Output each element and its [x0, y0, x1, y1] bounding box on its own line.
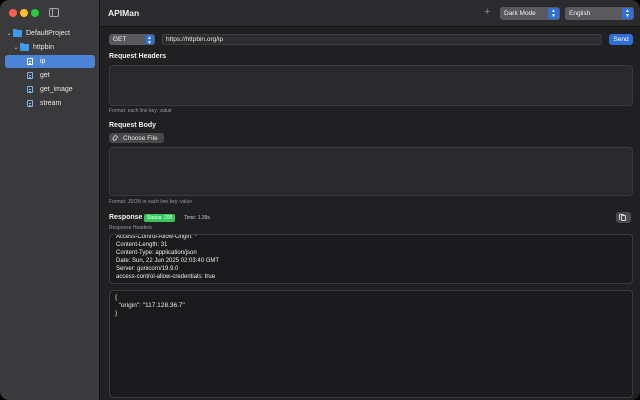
file-icon: [27, 72, 33, 79]
app-title: APIMan: [108, 8, 140, 18]
choose-file-button[interactable]: Choose File: [109, 133, 164, 143]
request-headers-input[interactable]: [109, 65, 633, 106]
sidebar-item-label: stream: [40, 100, 62, 107]
method-select[interactable]: GET ▲ ▼: [109, 34, 155, 45]
app-window: ⌄ DefaultProject ⌄ httpbin ip get get_im…: [0, 0, 640, 400]
response-header-line: Access-Control-Allow-Origin: *: [116, 234, 197, 240]
tree-item-project[interactable]: ⌄ DefaultProject: [5, 27, 95, 40]
method-select-value: GET: [113, 36, 127, 43]
response-header-line: Content-Length: 31: [116, 242, 168, 248]
file-icon: [27, 86, 33, 93]
response-time: Time: 1.39s: [184, 215, 210, 221]
request-headers-title: Request Headers: [109, 53, 167, 60]
folder-icon: [13, 28, 22, 37]
response-body-line: }: [115, 310, 118, 317]
request-body-title: Request Body: [109, 122, 157, 129]
url-input[interactable]: https://httpbin.org/ip: [162, 34, 602, 45]
send-button[interactable]: Send: [609, 34, 633, 45]
chevron-updown-icon: ▲ ▼: [548, 8, 559, 19]
response-header-line: access-control-allow-credentials: true: [116, 274, 216, 280]
choose-file-label: Choose File: [123, 134, 158, 142]
copy-icon: [619, 214, 626, 221]
request-body-input[interactable]: [109, 147, 633, 196]
sidebar: ⌄ DefaultProject ⌄ httpbin ip get get_im…: [0, 0, 100, 400]
copy-button[interactable]: [616, 212, 631, 223]
sidebar-item-label: ip: [40, 58, 46, 65]
language-select[interactable]: English ▲ ▼: [565, 7, 634, 20]
request-body-hint: Format: JSON or each line key: value: [109, 199, 193, 205]
sidebar-toggle-icon[interactable]: [49, 8, 59, 17]
paperclip-icon: [111, 134, 119, 142]
sidebar-item-stream[interactable]: stream: [5, 97, 95, 110]
response-body-line: "origin": "117.128.36.7": [115, 302, 185, 309]
status-badge: Status: 200: [144, 214, 176, 222]
response-title: Response: [109, 214, 143, 221]
close-window-button[interactable]: [9, 9, 17, 17]
response-headers-view[interactable]: Access-Control-Allow-Origin: * Content-L…: [109, 234, 633, 284]
response-header-line: Date: Sun, 22 Jun 2025 02:03:40 GMT: [116, 258, 220, 264]
file-icon: [27, 100, 33, 107]
toolbar: APIMan + Dark Mode ▲ ▼ English ▲ ▼: [100, 0, 640, 27]
response-headers-label: Response Headers: [109, 225, 152, 231]
request-headers-hint: Format: each line key: value: [109, 108, 172, 114]
tree-item-label: DefaultProject: [26, 30, 70, 37]
minimize-window-button[interactable]: [20, 9, 28, 17]
tree-item-group[interactable]: ⌄ httpbin: [12, 41, 95, 54]
sidebar-item-get[interactable]: get: [5, 69, 95, 82]
tree-item-label: httpbin: [33, 44, 55, 51]
chevron-down-icon[interactable]: ⌄: [5, 30, 13, 37]
sidebar-item-ip[interactable]: ip: [5, 55, 95, 68]
response-body-line: {: [115, 294, 118, 301]
sidebar-item-label: get_image: [40, 86, 73, 93]
response-body-view[interactable]: { "origin": "117.128.36.7" }: [109, 290, 633, 398]
add-icon[interactable]: +: [484, 6, 490, 18]
chevron-updown-icon: ▲ ▼: [622, 8, 633, 19]
response-header-line: Content-Type: application/json: [116, 250, 197, 256]
main-panel: GET ▲ ▼ https://httpbin.org/ip Send Reque…: [100, 28, 640, 400]
zoom-window-button[interactable]: [31, 9, 39, 17]
chevron-down-icon[interactable]: ⌄: [12, 44, 20, 51]
theme-select[interactable]: Dark Mode ▲ ▼: [500, 7, 560, 20]
theme-select-value: Dark Mode: [504, 10, 536, 17]
sidebar-item-get-image[interactable]: get_image: [5, 83, 95, 96]
sidebar-item-label: get: [40, 72, 50, 79]
chevron-updown-icon: ▲ ▼: [145, 35, 154, 45]
language-select-value: English: [569, 10, 591, 17]
folder-icon: [20, 42, 29, 51]
file-icon: [27, 58, 33, 65]
response-header-line: Server: gunicorn/19.9.0: [116, 266, 179, 272]
